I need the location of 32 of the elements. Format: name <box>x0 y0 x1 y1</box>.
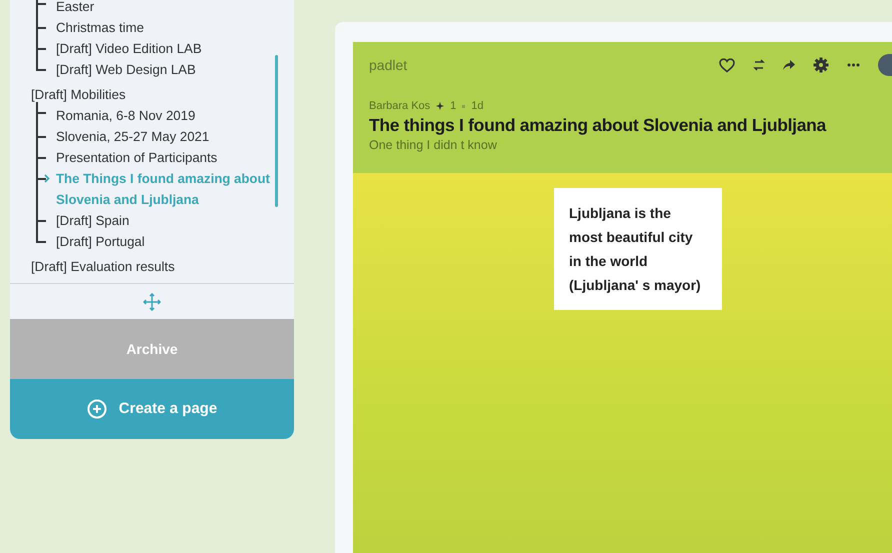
page-link[interactable]: Romania, 6-8 Nov 2019 <box>56 105 294 126</box>
page-link[interactable]: Christmas time <box>56 17 294 38</box>
page-link[interactable]: [Draft] Web Design LAB <box>56 59 294 80</box>
tree-branch-line <box>36 126 46 147</box>
page-link[interactable]: [Draft] Spain <box>56 210 294 231</box>
page-link[interactable]: [Draft] Video Edition LAB <box>56 38 294 59</box>
tree-branch-line <box>36 102 46 126</box>
page-link[interactable]: [Draft] Evaluation results <box>31 256 294 277</box>
chevron-icon <box>44 174 50 183</box>
avatar[interactable] <box>878 54 892 76</box>
scrollbar[interactable] <box>275 55 278 207</box>
page-link[interactable]: Slovenia, 25-27 May 2021 <box>56 126 294 147</box>
settings-icon[interactable] <box>813 57 829 73</box>
share-icon[interactable] <box>783 60 795 70</box>
more-icon[interactable] <box>847 63 860 67</box>
padlet-subtitle: One thing I didn t know <box>369 136 498 154</box>
page-link[interactable]: [Draft] Mobilities <box>31 84 294 105</box>
like-count: 1 <box>450 99 456 114</box>
page-link[interactable]: Presentation of Participants <box>56 147 294 168</box>
post-age: 1d <box>471 99 484 114</box>
heart-icon[interactable] <box>719 58 735 72</box>
sparkle-icon <box>436 102 444 110</box>
remake-icon[interactable] <box>753 59 765 71</box>
plus-circle-icon <box>86 399 107 419</box>
move-icon[interactable] <box>143 292 161 310</box>
author-name: Barbara Kos <box>369 99 430 114</box>
tree-branch-line <box>36 17 46 38</box>
tree-branch-line <box>36 0 46 17</box>
page-link[interactable]: [Draft] Portugal <box>56 231 294 252</box>
padlet-title: The things I found amazing about Slovenia and Ljubljana <box>369 114 828 136</box>
post-card[interactable]: Ljubljana is the most beautiful city in the world (Ljubljana' s mayor) <box>554 188 722 310</box>
page-link[interactable]: Easter <box>56 0 294 17</box>
